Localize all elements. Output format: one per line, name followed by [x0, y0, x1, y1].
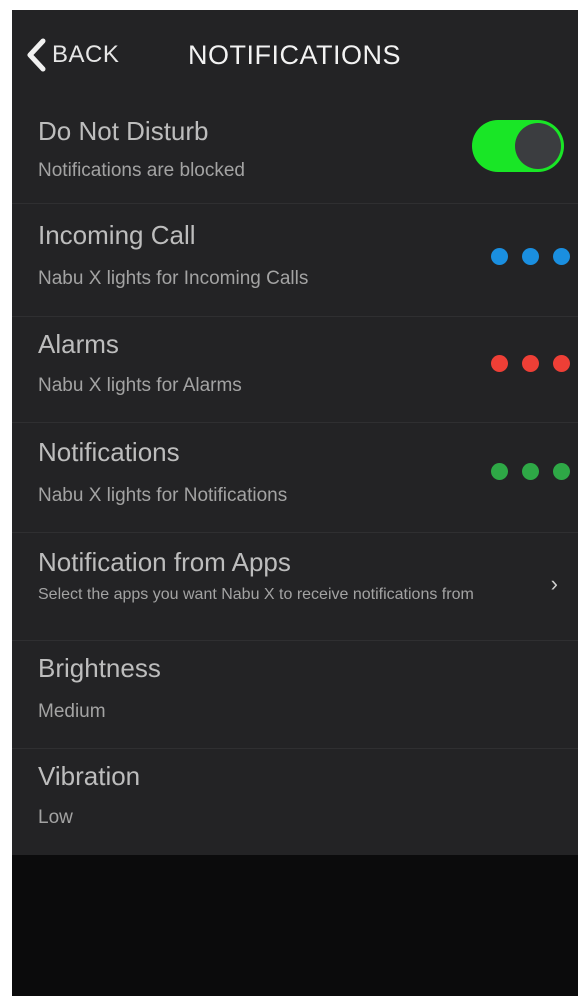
do-not-disturb-toggle[interactable]	[472, 120, 564, 172]
row-subtitle: Notifications are blocked	[38, 160, 245, 181]
row-title: Alarms	[38, 329, 119, 359]
row-title: Do Not Disturb	[38, 116, 209, 146]
chevron-left-icon	[27, 38, 46, 72]
row-title: Notification from Apps	[38, 547, 291, 577]
color-dot	[522, 355, 539, 372]
alarms-color-dots[interactable]	[491, 355, 570, 372]
color-dot	[522, 248, 539, 265]
row-brightness[interactable]: Brightness Medium	[12, 641, 578, 749]
row-subtitle: Nabu X lights for Notifications	[38, 485, 288, 506]
row-incoming-call[interactable]: Incoming Call Nabu X lights for Incoming…	[12, 204, 578, 317]
row-alarms[interactable]: Alarms Nabu X lights for Alarms	[12, 317, 578, 423]
color-dot	[553, 248, 570, 265]
row-subtitle: Medium	[38, 701, 106, 722]
row-title: Notifications	[38, 437, 180, 467]
settings-list: Do Not Disturb Notifications are blocked…	[12, 96, 578, 855]
incoming-call-color-dots[interactable]	[491, 248, 570, 265]
toggle-knob	[515, 123, 561, 169]
color-dot	[522, 463, 539, 480]
row-notification-from-apps[interactable]: Notification from Apps Select the apps y…	[12, 533, 578, 641]
row-subtitle: Low	[38, 807, 73, 828]
color-dot	[491, 248, 508, 265]
page-title: NOTIFICATIONS	[188, 40, 401, 70]
color-dot	[553, 463, 570, 480]
row-subtitle: Select the apps you want Nabu X to recei…	[38, 586, 474, 603]
color-dot	[553, 355, 570, 372]
notifications-color-dots[interactable]	[491, 463, 570, 480]
settings-screen: BACK NOTIFICATIONS Do Not Disturb Notifi…	[12, 10, 578, 996]
back-label: BACK	[52, 41, 120, 68]
chevron-right-icon: ›	[550, 571, 558, 596]
row-subtitle: Nabu X lights for Incoming Calls	[38, 268, 309, 289]
row-title: Brightness	[38, 653, 161, 683]
color-dot	[491, 355, 508, 372]
navigation-bar: BACK NOTIFICATIONS	[12, 10, 578, 96]
row-subtitle: Nabu X lights for Alarms	[38, 375, 242, 396]
row-vibration[interactable]: Vibration Low	[12, 749, 578, 855]
back-button[interactable]: BACK	[26, 38, 119, 72]
row-notifications[interactable]: Notifications Nabu X lights for Notifica…	[12, 423, 578, 533]
row-do-not-disturb: Do Not Disturb Notifications are blocked	[12, 96, 578, 204]
row-title: Incoming Call	[38, 220, 196, 250]
row-title: Vibration	[38, 761, 141, 791]
color-dot	[491, 463, 508, 480]
